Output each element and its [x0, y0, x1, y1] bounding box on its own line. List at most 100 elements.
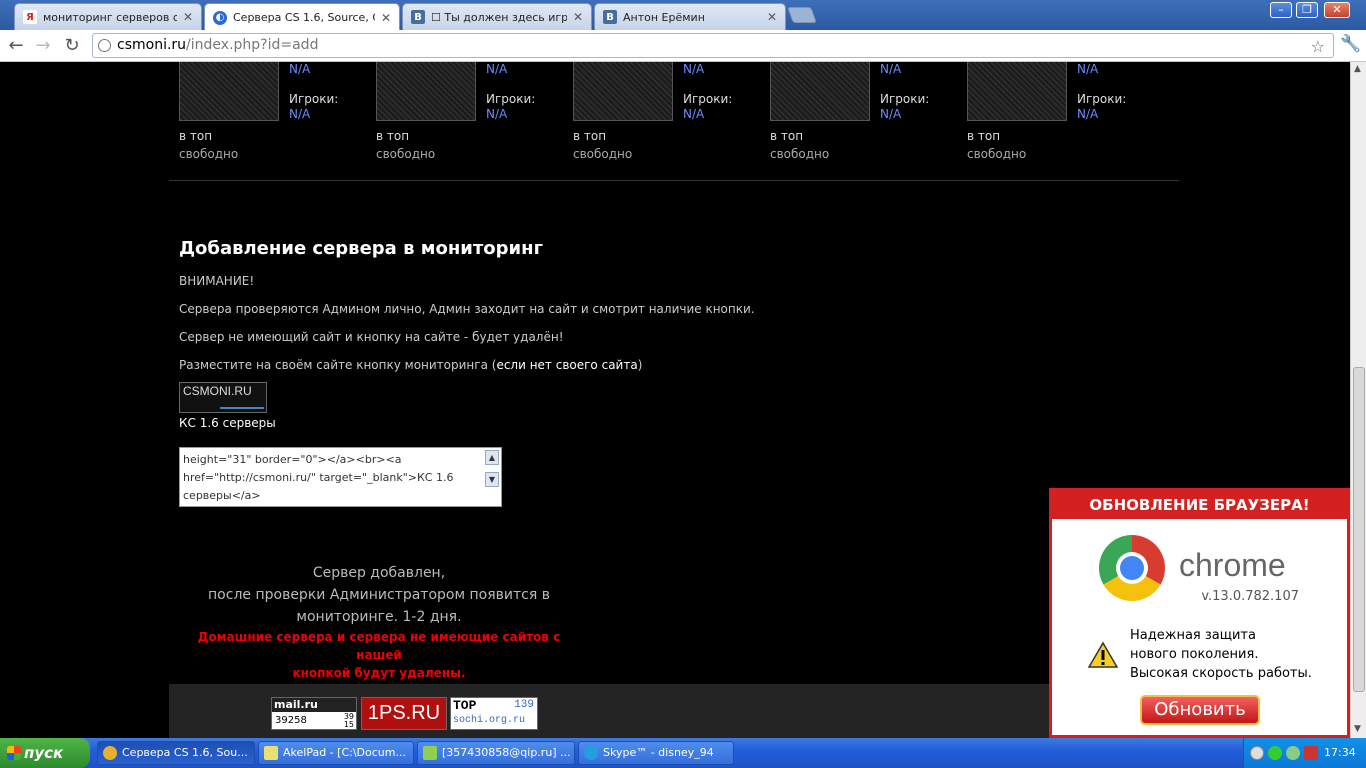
mailru-rating-badge[interactable]: mail.ru рейтинг 39258 39 15: [271, 697, 357, 730]
top-label: в топ: [770, 129, 804, 143]
scroll-down-icon[interactable]: ▼: [1354, 724, 1361, 734]
players-value: N/A: [683, 107, 705, 121]
top-label: в топ: [179, 129, 213, 143]
embed-code-textarea[interactable]: height="31" border="0"></a><br><a href="…: [179, 447, 502, 507]
reload-button[interactable]: ↻: [60, 34, 84, 58]
1ps-badge[interactable]: 1PS.RU: [361, 697, 447, 730]
tab-close-icon[interactable]: ✕: [381, 11, 391, 25]
badge-count: 39258: [275, 715, 307, 726]
tab-csmoni[interactable]: ◐ Сервера CS 1.6, Source, Cou ✕: [204, 3, 400, 31]
close-window-button[interactable]: ✕: [1324, 2, 1350, 18]
task-label: [357430858@qip.ru] ...: [442, 746, 571, 759]
badge-count: 139: [514, 699, 534, 711]
tab-vk-play[interactable]: B ☐ Ты должен здесь играть! ✕: [402, 3, 592, 30]
server-map-thumbnail[interactable]: [573, 62, 673, 121]
browser-update-popup[interactable]: ОБНОВЛЕНИЕ БРАУЗЕРА! chrome v.13.0.782.1…: [1049, 488, 1350, 738]
info-text: ): [637, 358, 643, 372]
players-label: Игроки:: [289, 92, 339, 106]
players-label: Игроки:: [880, 92, 930, 106]
update-button[interactable]: Обновить: [1140, 695, 1260, 725]
vk-icon: B: [603, 10, 617, 24]
tab-yandex-search[interactable]: Я мониторинг серверов cs 1.6 ✕: [14, 3, 202, 30]
globe-icon: [98, 39, 111, 52]
forward-button[interactable]: →: [31, 34, 55, 58]
top-sochi-badge[interactable]: TOP 139 sochi.org.ru: [450, 697, 538, 730]
info-line: Сервера проверяются Админом лично, Админ…: [179, 302, 755, 316]
tab-vk-anton[interactable]: B Антон Ерёмин ✕: [594, 3, 786, 30]
scroll-up-icon[interactable]: ▲: [1354, 64, 1361, 74]
slot-free: свободно: [770, 147, 830, 161]
scroll-down-icon[interactable]: ▼: [485, 472, 499, 487]
popup-text-line: Надежная защита: [1130, 628, 1256, 643]
page-scrollbar[interactable]: ▲ ▼: [1350, 62, 1366, 738]
language-flag-icon[interactable]: [1304, 746, 1318, 760]
server-status: N/A: [289, 62, 311, 76]
server-card[interactable]: N/A Игроки: N/A в топ свободно: [967, 62, 1157, 172]
qip-tray-icon[interactable]: [1286, 746, 1300, 760]
players-label: Игроки:: [683, 92, 733, 106]
wrench-menu-icon[interactable]: 🔧: [1340, 34, 1361, 54]
start-button[interactable]: пуск: [0, 738, 90, 768]
server-card[interactable]: N/A Игроки: N/A в топ свободно: [376, 62, 566, 172]
message-line: Сервер добавлен,: [312, 565, 446, 581]
tab-title: мониторинг серверов cs 1.6: [43, 10, 177, 24]
server-map-thumbnail[interactable]: [770, 62, 870, 121]
maximize-button[interactable]: ❐: [1296, 2, 1318, 18]
popup-text-line: нового поколения.: [1130, 647, 1259, 662]
code-line: href="http://csmoni.ru/" target="_blank"…: [183, 471, 454, 484]
back-button[interactable]: ←: [4, 34, 28, 58]
tab-close-icon[interactable]: ✕: [183, 10, 193, 24]
server-card[interactable]: N/A Игроки: N/A в топ свободно: [573, 62, 763, 172]
badge-small-counts: 39 15: [344, 713, 354, 729]
taskbar-item-qip[interactable]: [357430858@qip.ru] ...: [417, 741, 575, 765]
scroll-up-icon[interactable]: ▲: [485, 450, 499, 465]
new-tab-button[interactable]: [787, 7, 817, 23]
slot-free: свободно: [179, 147, 239, 161]
server-map-thumbnail[interactable]: [376, 62, 476, 121]
windows-logo-icon: [7, 746, 21, 760]
tab-title: Антон Ерёмин: [623, 10, 705, 24]
server-status: N/A: [880, 62, 902, 76]
taskbar-item-skype[interactable]: Skype™ - disney_94: [578, 741, 734, 765]
brand-name: chrome: [1179, 547, 1286, 583]
server-card[interactable]: N/A Игроки: N/A в топ свободно: [770, 62, 960, 172]
page-title: Добавление сервера в мониторинг: [179, 238, 543, 259]
task-label: Skype™ - disney_94: [603, 746, 714, 759]
server-map-thumbnail[interactable]: [967, 62, 1067, 121]
address-bar[interactable]: csmoni.ru/index.php?id=add ☆: [92, 33, 1334, 58]
bookmark-star-icon[interactable]: ☆: [1311, 35, 1325, 58]
tray-expand-icon[interactable]: [1250, 746, 1264, 760]
network-icon[interactable]: [1268, 746, 1282, 760]
no-site-link[interactable]: если нет своего сайта: [496, 358, 637, 372]
players-value: N/A: [289, 107, 311, 121]
minimize-button[interactable]: –: [1270, 2, 1292, 18]
message-line: мониторинге. 1-2 дня.: [296, 609, 462, 625]
chrome-logo-icon: [1099, 535, 1165, 601]
slot-free: свободно: [376, 147, 436, 161]
badge-site: sochi.org.ru: [453, 715, 526, 726]
tab-close-icon[interactable]: ✕: [573, 10, 583, 24]
clock[interactable]: 17:34: [1324, 746, 1356, 759]
server-map-thumbnail[interactable]: [179, 62, 279, 121]
chrome-icon: [103, 746, 117, 760]
message-line: после проверки Администратором появится …: [208, 587, 550, 603]
info-line: Сервер не имеющий сайт и кнопку на сайте…: [179, 330, 564, 344]
tab-strip: Я мониторинг серверов cs 1.6 ✕ ◐ Сервера…: [0, 0, 1366, 31]
tab-title: Сервера CS 1.6, Source, Cou: [233, 11, 375, 24]
players-value: N/A: [880, 107, 902, 121]
csmoni-monitoring-button[interactable]: CSMONI.RU: [179, 382, 267, 413]
code-line: серверы</a>: [183, 489, 261, 502]
top-label: в топ: [573, 129, 607, 143]
cs-servers-link[interactable]: КС 1.6 серверы: [179, 416, 276, 430]
tab-close-icon[interactable]: ✕: [767, 10, 777, 24]
scrollbar-thumb[interactable]: [1353, 367, 1365, 692]
popup-text-line: Высокая скорость работы.: [1130, 666, 1312, 681]
info-line: Разместите на своём сайте кнопку монитор…: [179, 358, 642, 372]
tab-title: ☐ Ты должен здесь играть!: [431, 10, 567, 24]
server-card[interactable]: N/A Игроки: N/A в топ свободно: [179, 62, 369, 172]
taskbar-item-chrome[interactable]: Сервера CS 1.6, Sou...: [97, 741, 255, 765]
url-path: /index.php?id=add: [186, 37, 319, 53]
badge-title: TOP: [453, 698, 477, 713]
taskbar-item-akelpad[interactable]: AkelPad - [C:\Docum...: [258, 741, 414, 765]
top-label: в топ: [967, 129, 1001, 143]
